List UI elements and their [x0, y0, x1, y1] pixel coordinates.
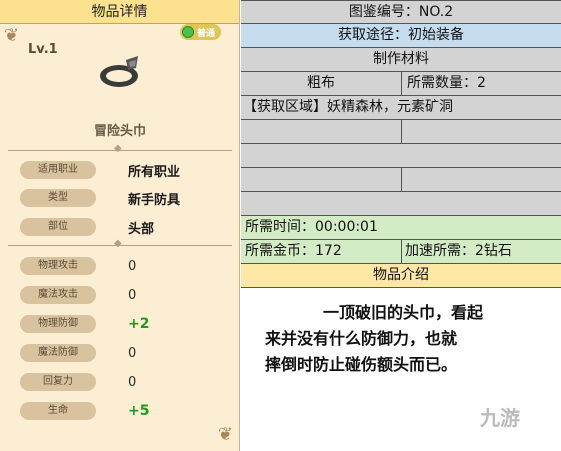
- stat-row-phys-attack: 物理攻击 0: [20, 256, 230, 276]
- required-gold: 所需金币：172: [245, 243, 342, 259]
- description-line: 一顶破旧的头巾，看起: [323, 303, 484, 322]
- item-info-panel: 图鉴编号：NO.2 获取途径：初始装备 制作材料 粗布 所需数量：2 【获取区域…: [241, 0, 561, 451]
- attr-value: 新手防具: [128, 192, 181, 208]
- item-detail-panel: 物品详情 ❦ 普通 Lv.1 冒险头巾 适用职业 所有职业 类型 新手防具 部位…: [0, 0, 240, 451]
- attr-value: 头部: [128, 221, 155, 237]
- attr-value: 所有职业: [128, 164, 181, 180]
- empty-row: [241, 168, 561, 192]
- cell-divider: [401, 120, 402, 143]
- materials-header-row: 制作材料: [241, 48, 561, 72]
- cell-divider: [401, 72, 402, 95]
- description-line: 来并没有什么防御力，也就: [265, 329, 458, 348]
- item-description: 一顶破旧的头巾，看起 来并没有什么防御力，也就 摔倒时防止碰伤额头而已。: [265, 300, 545, 378]
- stat-value: 0: [128, 374, 137, 390]
- corner-ornament-icon: ❦: [217, 424, 233, 445]
- stat-value: 0: [128, 258, 137, 274]
- intro-header-row: 物品介绍: [241, 264, 561, 288]
- rarity-label: 普通: [197, 28, 216, 39]
- divider: [8, 238, 232, 249]
- obtain-area: 【获取区域】妖精森林，元素矿洞: [243, 99, 453, 115]
- required-time: 所需时间：00:00:01: [245, 219, 378, 235]
- material-row: 粗布 所需数量：2: [241, 72, 561, 96]
- empty-row: [241, 192, 561, 216]
- stat-row-recovery: 回复力 0: [20, 372, 230, 392]
- material-quantity: 所需数量：2: [407, 75, 486, 91]
- source-text: 获取途径：初始装备: [338, 27, 464, 43]
- attr-row-job: 适用职业 所有职业: [20, 160, 230, 180]
- item-detail-header: 物品详情: [0, 0, 239, 24]
- stat-label: 魔法攻击: [20, 286, 96, 304]
- divider: [8, 143, 232, 154]
- watermark-text: 九游: [480, 406, 520, 430]
- codex-number-row: 图鉴编号：NO.2: [241, 0, 561, 24]
- material-name: 粗布: [307, 75, 335, 91]
- stat-value: 0: [128, 345, 137, 361]
- obtain-area-row: 【获取区域】妖精森林，元素矿洞: [241, 96, 561, 120]
- empty-row: [241, 144, 561, 168]
- stat-row-magic-attack: 魔法攻击 0: [20, 285, 230, 305]
- stat-row-magic-defense: 魔法防御 0: [20, 343, 230, 363]
- item-level: Lv.1: [28, 42, 58, 57]
- intro-header: 物品介绍: [373, 267, 429, 283]
- stat-row-hp: 生命 +5: [20, 401, 230, 421]
- attr-row-type: 类型 新手防具: [20, 188, 230, 208]
- rarity-badge: 普通: [180, 24, 222, 40]
- stat-label: 生命: [20, 402, 96, 420]
- stat-label: 物理防御: [20, 315, 96, 333]
- stat-label: 物理攻击: [20, 257, 96, 275]
- attr-label: 类型: [20, 189, 96, 207]
- time-row: 所需时间：00:00:01: [241, 216, 561, 240]
- stat-row-phys-defense: 物理防御 +2: [20, 314, 230, 334]
- codex-number: 图鉴编号：NO.2: [348, 4, 454, 20]
- item-name: 冒险头巾: [93, 124, 146, 139]
- attr-row-slot: 部位 头部: [20, 217, 230, 237]
- speedup-cost: 加速所需：2钻石: [405, 243, 512, 259]
- watermark-logo: 九游: [480, 402, 520, 431]
- description-line: 摔倒时防止碰伤额头而已。: [265, 355, 458, 374]
- item-detail-window: 物品详情 ❦ 普通 Lv.1 冒险头巾 适用职业 所有职业 类型 新手防具 部位…: [0, 0, 561, 451]
- stat-label: 魔法防御: [20, 344, 96, 362]
- cell-divider: [401, 240, 402, 263]
- cost-row: 所需金币：172 加速所需：2钻石: [241, 240, 561, 264]
- attr-label: 部位: [20, 218, 96, 236]
- cell-divider: [401, 168, 402, 191]
- attr-label: 适用职业: [20, 161, 96, 179]
- stat-value: 0: [128, 287, 137, 303]
- empty-row: [241, 120, 561, 144]
- stat-label: 回复力: [20, 373, 96, 391]
- headband-icon: [100, 56, 138, 87]
- stat-value: +2: [128, 316, 150, 332]
- stat-value: +5: [128, 403, 150, 419]
- rarity-dot-icon: [182, 26, 194, 38]
- corner-ornament-icon: ❦: [4, 25, 20, 46]
- materials-header: 制作材料: [373, 51, 429, 67]
- source-row: 获取途径：初始装备: [241, 24, 561, 48]
